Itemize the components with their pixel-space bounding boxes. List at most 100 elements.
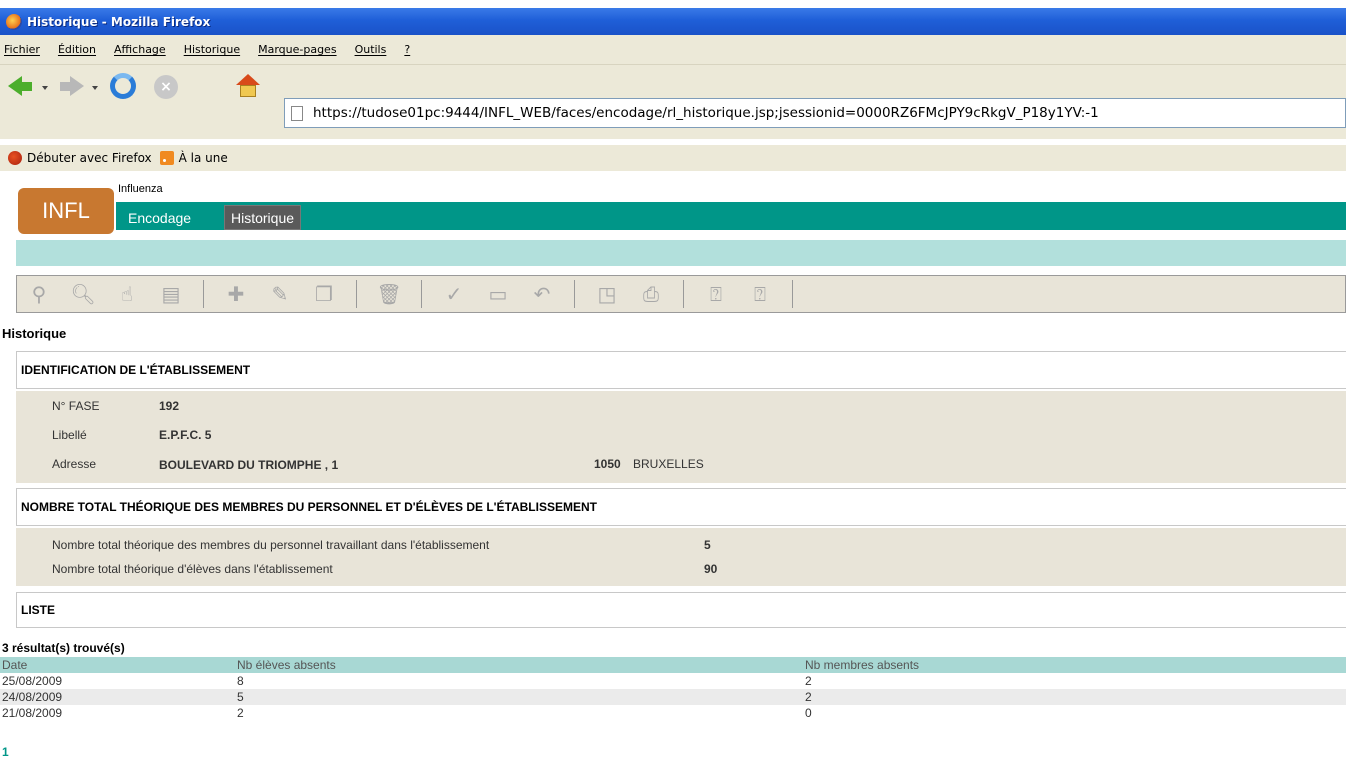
cell-nb-eleves: 8 (237, 674, 244, 688)
app-subtitle: Influenza (118, 183, 163, 195)
eleves-value: 90 (704, 562, 718, 576)
cell-nb-eleves: 2 (237, 706, 244, 720)
toolbar-separator (574, 280, 575, 308)
toolbar-separator (421, 280, 422, 308)
cell-nb-eleves: 5 (237, 690, 244, 704)
toolbar-separator (203, 280, 204, 308)
pagination-page-1[interactable]: 1 (2, 745, 9, 758)
toolbar-separator (356, 280, 357, 308)
rss-feed-icon (159, 151, 174, 165)
bookmark-headlines[interactable]: À la une (179, 151, 228, 165)
libelle-label: Libellé (52, 428, 87, 442)
window-title-bar: Historique - Mozilla Firefox (0, 8, 1346, 35)
home-icon (236, 74, 260, 98)
help-icon[interactable]: ⍰ (704, 282, 728, 306)
reload-icon (110, 73, 136, 99)
menu-aide[interactable]: ? (404, 43, 410, 56)
fase-label: N° FASE (52, 399, 100, 413)
result-count: 3 résultat(s) trouvé(s) (2, 641, 125, 655)
tab-encodage[interactable]: Encodage (122, 205, 197, 230)
fase-value: 192 (159, 399, 180, 413)
window-title: Historique - Mozilla Firefox (27, 14, 211, 29)
forward-button[interactable] (60, 76, 84, 96)
libelle-value: E.P.F.C. 5 (159, 428, 212, 442)
identification-panel: N° FASE 192 Libellé E.P.F.C. 5 Adresse B… (16, 391, 1346, 483)
url-text[interactable]: https://tudose01pc:9444/INFL_WEB/faces/e… (313, 105, 1099, 121)
copy-icon[interactable]: ❐ (312, 282, 336, 306)
column-header-nb-eleves[interactable]: Nb élèves absents (237, 658, 336, 672)
city-value: BRUXELLES (633, 457, 704, 471)
column-header-nb-membres[interactable]: Nb membres absents (805, 658, 919, 672)
app-logo: INFL (18, 188, 114, 234)
table-row[interactable]: 21/08/2009 2 0 (0, 705, 1346, 721)
table-row[interactable]: 25/08/2009 8 2 (0, 673, 1346, 689)
chevron-down-icon (92, 86, 98, 90)
print-preview-icon[interactable]: ◳ (595, 282, 619, 306)
postal-code-value: 1050 (594, 457, 621, 471)
chevron-down-icon (42, 86, 48, 90)
back-history-dropdown[interactable] (42, 86, 48, 90)
tab-historique[interactable]: Historique (224, 205, 302, 230)
app-content: INFL Influenza Encodage Historique ⚲ 🔍︎ … (0, 171, 1346, 758)
menu-edition[interactable]: Édition (58, 43, 96, 56)
nombre-panel: Nombre total théorique des membres du pe… (16, 528, 1346, 586)
search-icon[interactable]: 🔍︎ (70, 282, 95, 306)
forward-arrow-icon (70, 76, 84, 96)
page-icon (291, 105, 303, 121)
menu-bar: Fichier Édition Affichage Historique Mar… (0, 35, 1346, 65)
bookmarks-bar: Débuter avec Firefox À la une (0, 145, 1346, 171)
adresse-value: BOULEVARD DU TRIOMPHE , 1 (159, 458, 339, 472)
column-header-date[interactable]: Date (2, 658, 27, 672)
back-button[interactable] (8, 76, 32, 96)
cell-date: 21/08/2009 (2, 706, 63, 720)
eleves-label: Nombre total théorique d'élèves dans l'é… (52, 562, 333, 576)
edit-pencil-icon[interactable]: ✎ (268, 282, 292, 306)
toolbar-separator (683, 280, 684, 308)
identification-section-header: IDENTIFICATION DE L'ÉTABLISSEMENT (16, 351, 1346, 389)
cell-nb-membres: 2 (805, 674, 812, 688)
help-page-icon[interactable]: ⍰ (748, 282, 772, 306)
menu-historique[interactable]: Historique (184, 43, 240, 56)
cell-date: 24/08/2009 (2, 690, 63, 704)
sub-navigation-bar (16, 240, 1346, 266)
back-arrow-icon (8, 76, 22, 96)
adresse-label: Adresse (52, 457, 97, 471)
stop-icon: × (154, 75, 178, 99)
home-button[interactable] (236, 74, 260, 98)
address-bar[interactable]: https://tudose01pc:9444/INFL_WEB/faces/e… (284, 98, 1346, 128)
cell-nb-membres: 0 (805, 706, 812, 720)
document-icon[interactable]: ▤ (159, 282, 183, 306)
page-title: Historique (2, 326, 67, 341)
liste-section-header: LISTE (16, 592, 1346, 628)
menu-fichier[interactable]: Fichier (4, 43, 40, 56)
print-icon[interactable]: ⎙ (639, 282, 663, 306)
history-table: Date Nb élèves absents Nb membres absent… (0, 657, 1346, 721)
table-row[interactable]: 24/08/2009 5 2 (0, 689, 1346, 705)
cell-date: 25/08/2009 (2, 674, 63, 688)
table-header-row: Date Nb élèves absents Nb membres absent… (0, 657, 1346, 673)
toolbar-separator (792, 280, 793, 308)
app-tab-bar: Encodage Historique (116, 202, 1346, 230)
personnel-label: Nombre total théorique des membres du pe… (52, 538, 490, 552)
nombre-section-header: NOMBRE TOTAL THÉORIQUE DES MEMBRES DU PE… (16, 488, 1346, 526)
navigation-toolbar: × https://tudose01pc:9444/INFL_WEB/faces… (0, 65, 1346, 139)
stop-button[interactable]: × (154, 75, 178, 99)
action-toolbar: ⚲ 🔍︎ ☝ ▤ ✚ ✎ ❐ 🗑︎ ✓ ▭ ↶ ◳ ⎙ ⍰ ⍰ (16, 275, 1346, 313)
reload-button[interactable] (110, 73, 136, 99)
firefox-bookmark-icon (8, 151, 22, 165)
delete-trash-icon[interactable]: 🗑︎ (376, 282, 401, 306)
menu-outils[interactable]: Outils (355, 43, 387, 56)
personnel-value: 5 (704, 538, 711, 552)
forward-history-dropdown[interactable] (92, 86, 98, 90)
hand-icon[interactable]: ☝ (115, 282, 139, 306)
bookmark-getting-started[interactable]: Débuter avec Firefox (27, 151, 152, 165)
firefox-logo-icon (6, 13, 22, 30)
add-icon[interactable]: ✚ (224, 282, 248, 306)
save-disk-icon[interactable]: ▭ (486, 282, 510, 306)
menu-marque-pages[interactable]: Marque-pages (258, 43, 336, 56)
binoculars-icon[interactable]: ⚲ (27, 282, 51, 306)
menu-affichage[interactable]: Affichage (114, 43, 166, 56)
undo-icon[interactable]: ↶ (530, 282, 554, 306)
validate-check-icon[interactable]: ✓ (442, 282, 466, 306)
cell-nb-membres: 2 (805, 690, 812, 704)
